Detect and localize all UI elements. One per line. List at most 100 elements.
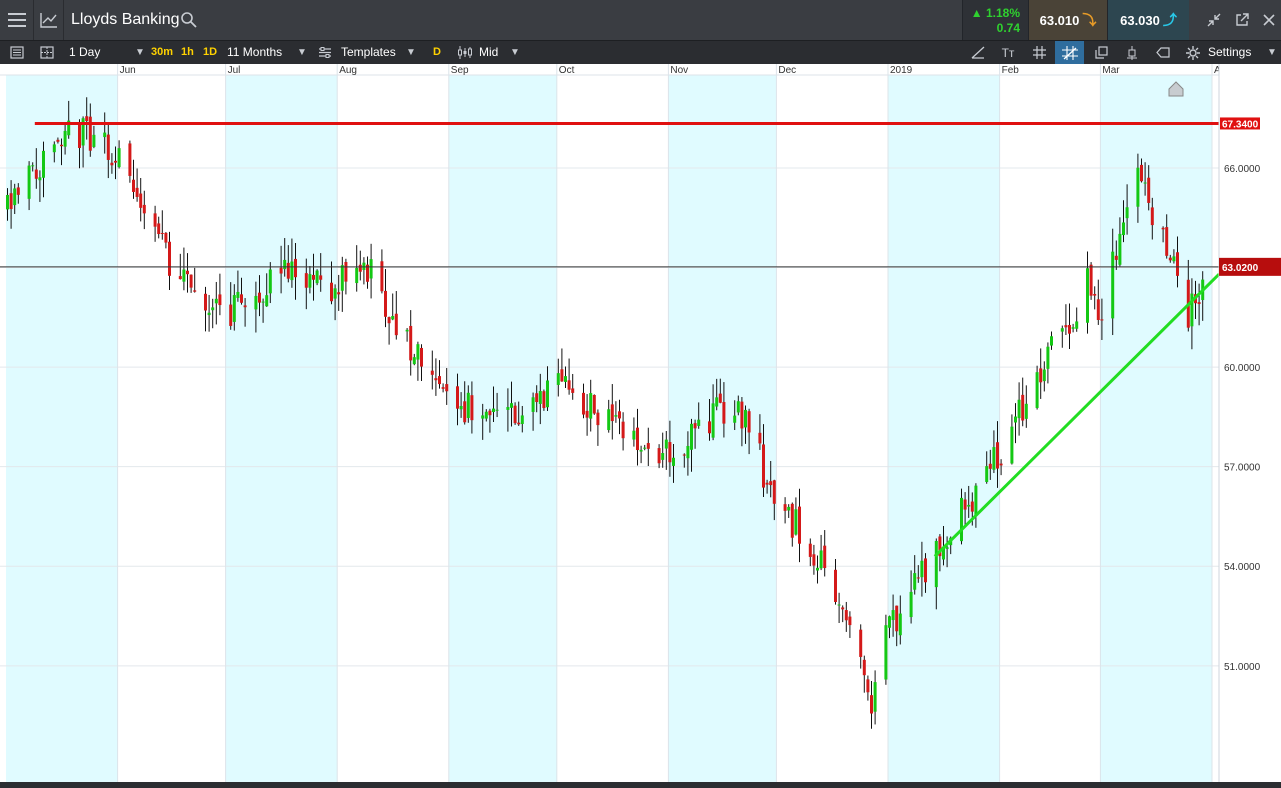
candle-body (844, 610, 848, 621)
candle-body (765, 482, 769, 485)
month-band (888, 64, 1000, 782)
candle-body (664, 439, 668, 449)
buy-button[interactable]: 63.030 ⤴ (1107, 0, 1189, 40)
candle-body (769, 481, 773, 486)
candle-body (1075, 321, 1079, 329)
menu-button[interactable] (0, 0, 34, 40)
candle-body (924, 558, 927, 583)
label-button[interactable] (1151, 41, 1175, 64)
candle-type-button[interactable] (1120, 41, 1144, 64)
candle-body (1168, 257, 1172, 261)
candle-body (261, 301, 265, 303)
candle-body (909, 591, 913, 618)
candle-body (470, 395, 474, 421)
candle-body (204, 293, 207, 311)
candle-body (999, 463, 1003, 466)
candle-body (315, 270, 319, 284)
popout-button[interactable] (1228, 0, 1256, 40)
candle-body (344, 262, 348, 282)
candle-body (736, 401, 740, 413)
candle-body (772, 480, 776, 504)
price-type-select[interactable]: Mid ▼ (457, 41, 523, 64)
candle-body (639, 449, 643, 452)
candle-body (1071, 327, 1075, 329)
price-chart[interactable]: JunJulAugSepOctNovDec2019FebMarApr 66.00… (0, 64, 1281, 788)
quick-interval-30m[interactable]: 30m (151, 41, 173, 64)
candle-body (614, 415, 618, 417)
sell-button[interactable]: 63.010 ⤵ (1028, 0, 1107, 40)
candle-body (535, 393, 539, 403)
candle-body (283, 259, 287, 270)
layers-button[interactable] (6, 41, 28, 64)
candle-body (592, 394, 596, 414)
candle-body (488, 410, 492, 416)
candle-body (556, 373, 560, 385)
change-percent: ▲ 1.18% (970, 6, 1020, 20)
candle-body (866, 679, 870, 693)
candle-body (934, 540, 938, 588)
candle-body (409, 325, 413, 361)
candle-body (718, 393, 722, 403)
candle-body (798, 506, 801, 544)
candle-body (355, 267, 359, 284)
candle-body (517, 422, 521, 425)
chevron-down-icon: ▼ (135, 47, 145, 58)
gear-icon (1186, 46, 1200, 60)
candle-body (819, 550, 823, 569)
range-select[interactable]: 11 Months ▼ (227, 41, 311, 64)
price-axis: 66.000063.000060.000057.000054.000051.00… (0, 64, 1281, 788)
candle-body (1010, 426, 1014, 464)
grid-button[interactable] (1027, 41, 1051, 64)
candle-body (13, 188, 17, 206)
search-icon (181, 12, 197, 28)
candle-body (661, 453, 665, 460)
layers-icon (10, 46, 24, 59)
candle-body (340, 265, 344, 291)
candle-body (1021, 394, 1025, 421)
candle-body (434, 378, 438, 381)
instrument-name[interactable]: Lloyds Banking (71, 0, 180, 40)
candle-body (715, 397, 719, 407)
candle-body (456, 386, 459, 409)
close-button[interactable] (1256, 0, 1281, 40)
chevron-down-icon: ▼ (1267, 47, 1277, 58)
month-band (1100, 64, 1212, 782)
candle-body (895, 605, 899, 632)
candle-body (290, 261, 294, 281)
chart-type-button[interactable] (34, 0, 64, 40)
candle-body (135, 187, 139, 197)
candle-body (960, 497, 963, 542)
candle-body (441, 387, 445, 389)
quick-interval-1d[interactable]: 1D (203, 41, 217, 64)
search-button[interactable] (180, 11, 198, 29)
candle-body (445, 384, 449, 392)
candle-body (618, 411, 621, 419)
chart-canvas[interactable]: JunJulAugSepOctNovDec2019FebMarApr 66.00… (0, 64, 1281, 788)
shrink-button[interactable] (1200, 0, 1228, 40)
quick-interval-1h[interactable]: 1h (181, 41, 194, 64)
copy-button[interactable] (1089, 41, 1113, 64)
candle-body (546, 380, 549, 408)
shrink-icon (1207, 13, 1221, 27)
candle-body (1150, 207, 1154, 226)
templates-select[interactable]: Templates ▼ (318, 41, 418, 64)
label-icon (1156, 47, 1170, 58)
menu-icon (7, 13, 26, 27)
candle-body (139, 193, 143, 208)
draw-line-button[interactable] (965, 41, 991, 64)
candle-body (88, 116, 92, 151)
d-badge[interactable]: D (433, 41, 441, 64)
date-axis-strip (0, 64, 1219, 75)
candle-body (391, 316, 395, 320)
popout-icon (1236, 13, 1249, 26)
crosshair-button[interactable] (1055, 41, 1084, 64)
candle-body (632, 430, 636, 440)
interval-select[interactable]: 1 Day ▼ (69, 41, 149, 64)
settings-menu[interactable]: Settings ▼ (1186, 41, 1281, 64)
text-size-button[interactable]: Tт (995, 41, 1021, 64)
layout-button[interactable] (36, 41, 58, 64)
candle-body (240, 294, 243, 303)
candle-body (308, 274, 312, 288)
candle-body (888, 616, 891, 628)
candle-body (286, 262, 290, 279)
